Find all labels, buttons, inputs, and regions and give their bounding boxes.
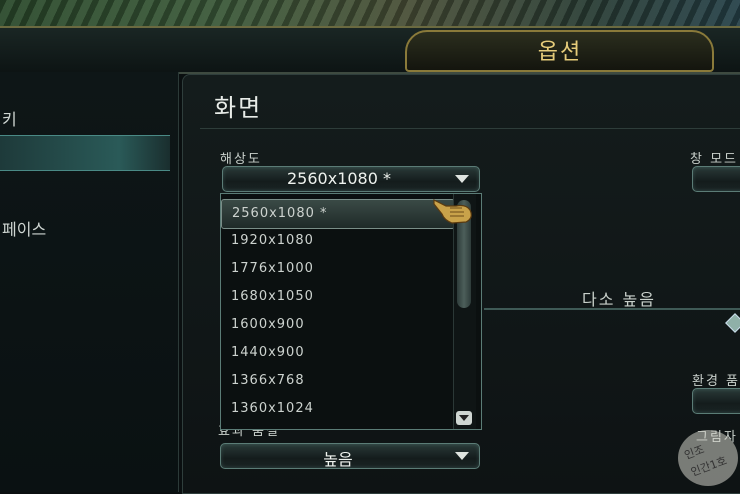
sidebar-item-hotkeys[interactable]: 키 (2, 106, 17, 130)
chevron-down-icon (455, 452, 469, 460)
quality-value: 다소 높음 (582, 290, 656, 309)
resolution-option[interactable]: 1366x768 (221, 367, 453, 395)
quality-slider[interactable] (484, 308, 740, 310)
hand-cursor-icon (433, 199, 472, 224)
resolution-dropdown[interactable]: 2560x1080 * (222, 166, 480, 192)
window-mode-dropdown[interactable] (692, 166, 740, 192)
sidebar-item-interface[interactable]: 페이스 (2, 216, 46, 240)
effects-dropdown[interactable]: 높음 (220, 443, 480, 469)
sidebar-item-selected[interactable] (0, 135, 170, 171)
divider (200, 128, 740, 129)
resolution-option[interactable]: 1600x900 (221, 311, 453, 339)
scroll-down-button[interactable] (456, 411, 472, 425)
effects-value: 높음 (323, 450, 353, 469)
sidebar: 키 페이스 (0, 72, 179, 492)
resolution-option[interactable]: 2560x1080 * (221, 199, 455, 229)
resolution-option[interactable]: 1440x900 (221, 339, 453, 367)
resolution-option[interactable]: 1920x1080 (221, 227, 453, 255)
resolution-options-list[interactable]: 2560x1080 * 1920x1080 1776x1000 1680x105… (220, 193, 482, 430)
resolution-label: 해상도 (220, 152, 262, 167)
title-bar: 옵션 (0, 26, 740, 74)
resolution-value: 2560x1080 * (287, 169, 391, 188)
resolution-option[interactable]: 1680x1050 (221, 283, 453, 311)
scrollbar[interactable] (453, 194, 476, 429)
window-title: 옵션 (537, 40, 583, 65)
environment-dropdown[interactable] (692, 388, 740, 414)
resolution-option[interactable]: 1360x1024 (221, 395, 453, 423)
window-mode-label: 창 모드 (690, 152, 739, 167)
section-title: 화면 (214, 94, 263, 122)
environment-label: 환경 품 (692, 374, 740, 389)
resolution-option[interactable]: 1776x1000 (221, 255, 453, 283)
chevron-down-icon (455, 175, 469, 183)
watermark-stamp: 인조 인간1호 (678, 430, 738, 486)
